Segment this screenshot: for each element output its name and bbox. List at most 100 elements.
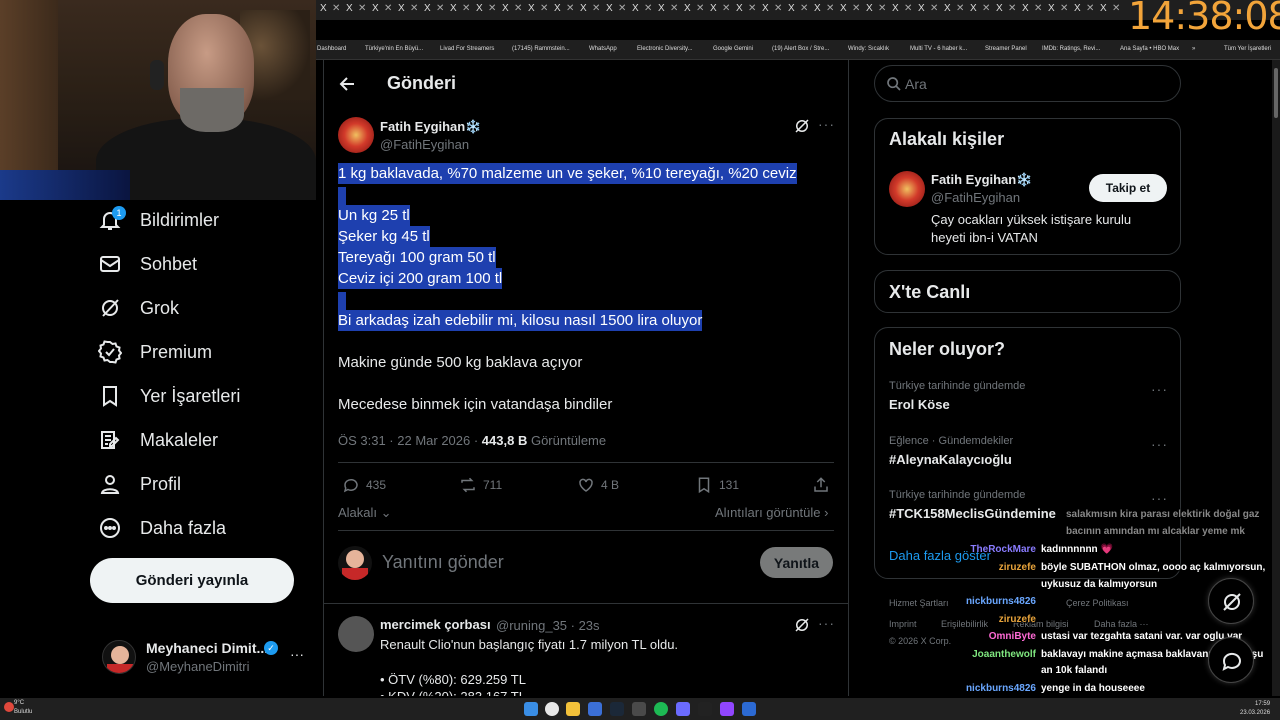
close-icon[interactable]: ✕ [826, 3, 834, 14]
trend-item[interactable]: #TCK158MeclisGündemine [889, 506, 1056, 521]
close-icon[interactable]: ✕ [748, 3, 756, 14]
close-icon[interactable]: ✕ [696, 3, 704, 14]
like-action[interactable]: 4 B [577, 476, 619, 494]
close-icon[interactable]: ✕ [904, 3, 912, 14]
close-icon[interactable]: ✕ [644, 3, 652, 14]
browser-tab[interactable]: X ✕ [502, 3, 526, 17]
app-icon[interactable] [676, 702, 690, 716]
related-person-handle[interactable]: @FatihEygihan [931, 190, 1020, 205]
bookmark-item[interactable]: Livad For Streamers [440, 46, 494, 52]
bookmark-item[interactable]: IMDb: Ratings, Revi... [1042, 46, 1100, 52]
app-icon[interactable] [632, 702, 646, 716]
browser-tab[interactable]: X ✕ [346, 3, 370, 17]
close-icon[interactable]: ✕ [774, 3, 782, 14]
twitch-icon[interactable] [720, 702, 734, 716]
close-icon[interactable]: ✕ [1034, 3, 1042, 14]
search-input[interactable]: Ara [874, 65, 1181, 102]
post-more-icon[interactable]: ··· [818, 116, 835, 132]
browser-tab[interactable]: X ✕ [320, 3, 344, 17]
grok-fab[interactable] [1208, 578, 1254, 624]
reply-input[interactable]: Yanıtını gönder [382, 552, 504, 573]
trend-more-icon[interactable]: ··· [1151, 490, 1168, 506]
close-icon[interactable]: ✕ [956, 3, 964, 14]
author-avatar[interactable] [338, 117, 374, 153]
chat-username[interactable]: ziruzefe [999, 562, 1036, 573]
bookmark-item[interactable]: Ana Sayfa • HBO Max [1120, 46, 1179, 52]
browser-tab[interactable]: X ✕ [996, 3, 1020, 17]
trend-item[interactable]: #AleynaKalaycıoğlu [889, 452, 1012, 467]
browser-tab[interactable]: X ✕ [1022, 3, 1046, 17]
browser-tab[interactable]: X ✕ [606, 3, 630, 17]
post-button[interactable]: Gönderi yayınla [90, 558, 294, 603]
related-person-name[interactable]: Fatih Eygihan❄️ [931, 172, 1032, 188]
chrome-icon[interactable] [545, 702, 559, 716]
browser-tab[interactable]: X ✕ [1048, 3, 1072, 17]
related-toggle[interactable]: Alakalı ⌄ [338, 505, 392, 521]
author-handle[interactable]: @FatihEygihan [380, 137, 469, 152]
footer-imprint[interactable]: Imprint [889, 619, 917, 629]
reply-author-handle[interactable]: @runing_35 · 23s [496, 618, 600, 633]
nav-grok[interactable]: Grok [98, 291, 179, 325]
browser-tab[interactable]: X ✕ [632, 3, 656, 17]
account-more-icon[interactable]: ··· [290, 646, 304, 662]
account-switcher[interactable]: Meyhaneci Dimit... ✓ @MeyhaneDimitri ··· [100, 636, 312, 680]
browser-tab[interactable]: X ✕ [554, 3, 578, 17]
close-icon[interactable]: ✕ [852, 3, 860, 14]
close-icon[interactable]: ✕ [592, 3, 600, 14]
nav-chat[interactable]: Sohbet [98, 247, 197, 281]
close-icon[interactable]: ✕ [332, 3, 340, 14]
close-icon[interactable]: ✕ [670, 3, 678, 14]
reply-more-icon[interactable]: ··· [818, 615, 835, 631]
author-name[interactable]: Fatih Eygihan❄️ [380, 119, 481, 135]
nav-premium[interactable]: Premium [98, 335, 212, 369]
browser-tab[interactable]: X ✕ [840, 3, 864, 17]
close-icon[interactable]: ✕ [514, 3, 522, 14]
view-quotes-link[interactable]: Alıntıları görüntüle › [715, 505, 828, 520]
close-icon[interactable]: ✕ [722, 3, 730, 14]
close-icon[interactable]: ✕ [1008, 3, 1016, 14]
close-icon[interactable]: ✕ [410, 3, 418, 14]
browser-tab[interactable]: X ✕ [970, 3, 994, 17]
browser-tab[interactable]: X ✕ [424, 3, 448, 17]
close-icon[interactable]: ✕ [566, 3, 574, 14]
browser-tab[interactable]: X ✕ [1074, 3, 1098, 17]
bookmark-item[interactable]: WhatsApp [589, 46, 617, 52]
browser-tab[interactable]: X ✕ [372, 3, 396, 17]
chat-username[interactable]: TheRockMare [970, 544, 1036, 555]
browser-tab[interactable]: X ✕ [476, 3, 500, 17]
spotify-icon[interactable] [654, 702, 668, 716]
footer-accessibility[interactable]: Erişilebilirlik [941, 619, 988, 629]
chat-username[interactable]: OmniByte [989, 631, 1036, 642]
close-icon[interactable]: ✕ [1060, 3, 1068, 14]
back-arrow-icon[interactable] [338, 72, 358, 96]
close-icon[interactable]: ✕ [930, 3, 938, 14]
bookmark-item[interactable]: (19) Alert Box / Stre... [772, 46, 829, 52]
chat-username[interactable]: ziruzefe [999, 614, 1036, 625]
browser-tab[interactable]: X ✕ [398, 3, 422, 17]
browser-tab[interactable]: X ✕ [918, 3, 942, 17]
close-icon[interactable]: ✕ [436, 3, 444, 14]
bookmark-item[interactable]: Dashboard [317, 46, 346, 52]
close-icon[interactable]: ✕ [384, 3, 392, 14]
reply-author-name[interactable]: mercimek çorbası [380, 617, 491, 632]
browser-tab[interactable]: X ✕ [710, 3, 734, 17]
reply-action[interactable]: 435 [342, 476, 386, 494]
browser-tab[interactable]: X ✕ [1100, 3, 1124, 17]
browser-tab[interactable]: X ✕ [684, 3, 708, 17]
chat-username[interactable]: nickburns4826 [966, 683, 1036, 694]
browser-tab[interactable]: X ✕ [658, 3, 682, 17]
bookmark-overflow[interactable]: » [1192, 46, 1195, 52]
post-time[interactable]: ÖS 3:31 · 22 Mar 2026 · [338, 433, 482, 448]
chat-username[interactable]: Joaanthewolf [972, 649, 1036, 660]
taskbar-weather[interactable]: 9°C Bulutlu [14, 699, 32, 717]
browser-tab[interactable]: X ✕ [944, 3, 968, 17]
browser-tab[interactable]: X ✕ [814, 3, 838, 17]
browser-tab[interactable]: X ✕ [788, 3, 812, 17]
close-icon[interactable]: ✕ [1112, 3, 1120, 14]
browser-tab[interactable]: X ✕ [762, 3, 786, 17]
app-icon[interactable] [698, 702, 712, 716]
app-icon[interactable] [742, 702, 756, 716]
nav-profile[interactable]: Profil [98, 467, 181, 501]
bookmark-item[interactable]: Türkiye'nin En Büyü... [365, 46, 423, 52]
close-icon[interactable]: ✕ [878, 3, 886, 14]
